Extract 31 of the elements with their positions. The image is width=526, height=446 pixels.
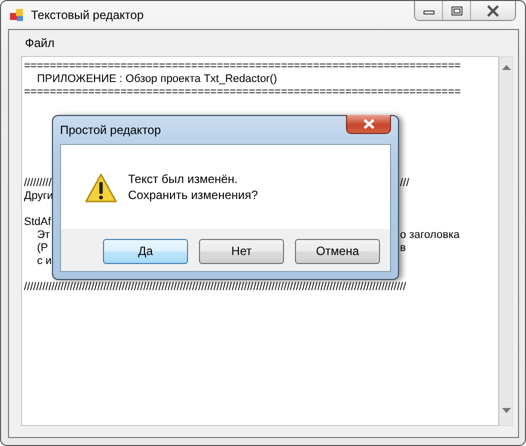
app-icon — [9, 7, 25, 23]
close-icon[interactable] — [486, 4, 500, 16]
text-line: ///////////////////////////////////////////////////////////////////////////////////////////////////////////////////////////// — [24, 281, 406, 294]
text-line: Други — [24, 190, 54, 202]
text-line: о заголовка — [400, 229, 460, 242]
text-line: Эт — [37, 229, 50, 241]
message-text: Сохранить изменения? — [128, 187, 258, 203]
text-line: ПРИЛОЖЕНИЕ : Обзор проекта Txt_Redactor() — [37, 73, 278, 86]
text-line: ==================================================================== — [24, 60, 461, 73]
scroll-down-icon[interactable] — [502, 408, 510, 413]
dialog-button[interactable]: Да — [103, 238, 188, 264]
window-title: Текстовый редактор — [31, 8, 144, 22]
scrollbar[interactable] — [499, 56, 513, 426]
dialog-title: Простой редактор — [60, 123, 161, 137]
text-line: /// — [400, 177, 410, 190]
minimize-button[interactable] — [415, 1, 443, 20]
menu-item[interactable]: Файл — [17, 34, 63, 52]
scroll-up-icon[interactable] — [502, 65, 510, 70]
text-line: ==================================================================== — [24, 86, 461, 99]
text-line: (P — [37, 242, 48, 254]
message-text: Текст был изменён. — [128, 171, 239, 187]
dialog-button[interactable]: Отмена — [295, 238, 380, 264]
warning-icon — [85, 173, 117, 203]
text-line: ///////// — [24, 177, 52, 189]
text-line: StdAf — [24, 216, 51, 228]
dialog-button[interactable]: Нет — [199, 238, 284, 264]
text-line: с и — [37, 255, 52, 267]
maximize-icon[interactable] — [450, 6, 462, 16]
text-line: в — [400, 242, 406, 255]
maximize-button[interactable] — [443, 1, 471, 20]
close-button[interactable] — [346, 115, 391, 134]
